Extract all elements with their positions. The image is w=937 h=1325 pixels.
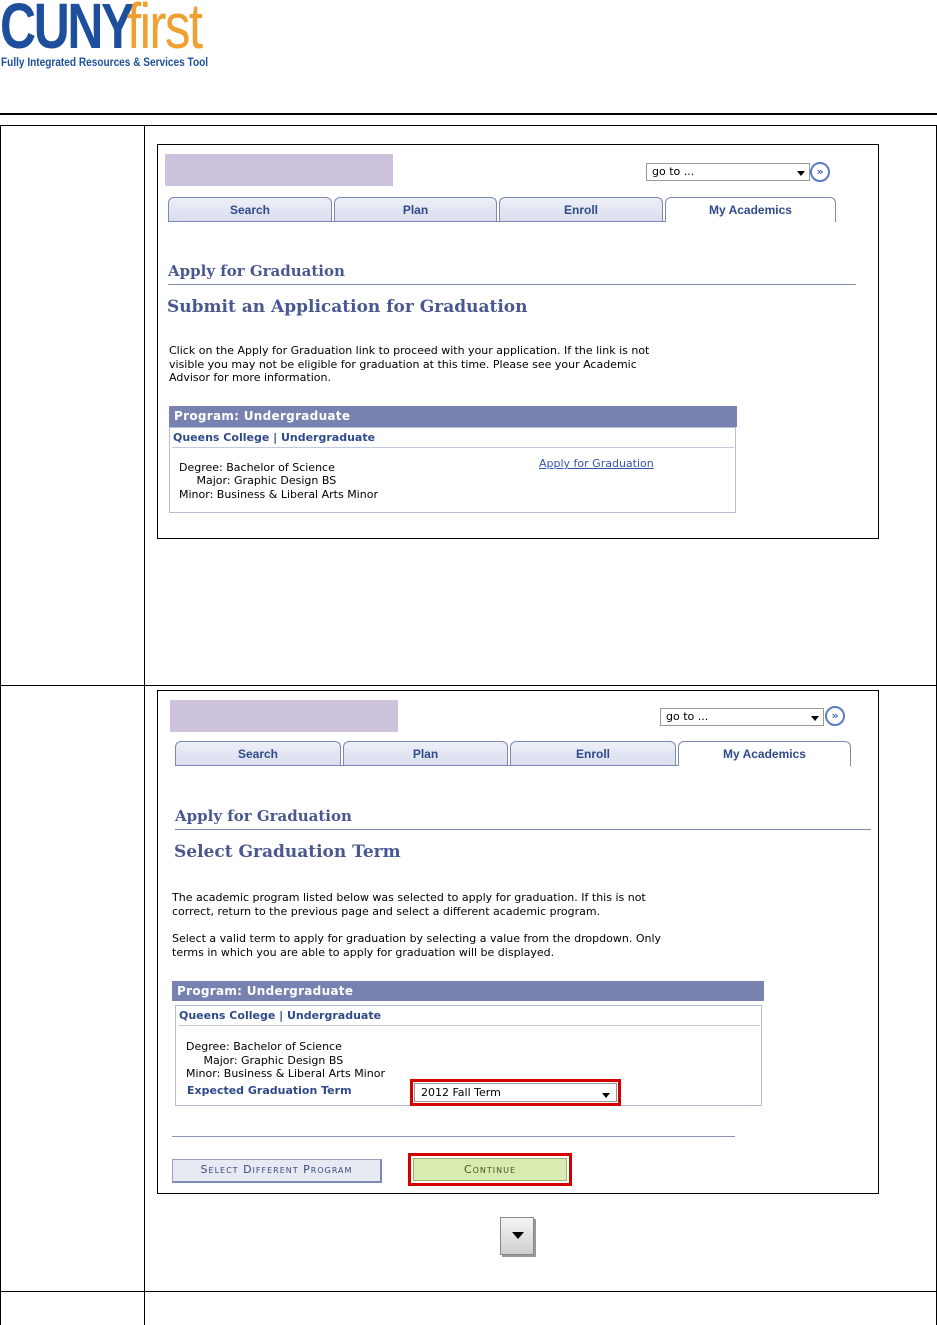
tab-search[interactable]: Search (175, 741, 341, 766)
instructions: Click on the Apply for Graduation link t… (169, 344, 769, 385)
tab-plan[interactable]: Plan (334, 197, 497, 222)
program-header: Program: Undergraduate (172, 981, 764, 1001)
table-row-divider-2 (0, 1291, 937, 1292)
program-note-line: The academic program listed below was se… (172, 891, 646, 904)
tab-enroll[interactable]: Enroll (510, 741, 676, 766)
redacted-name-bar (170, 700, 398, 732)
program-note: The academic program listed below was se… (172, 891, 772, 918)
chevron-down-icon (797, 171, 805, 176)
page-subtitle: Select Graduation Term (174, 842, 401, 862)
major-text: Major: Graphic Design BS (179, 474, 337, 487)
tab-plan[interactable]: Plan (343, 741, 508, 766)
logo-tagline: Fully Integrated Resources & Services To… (1, 55, 209, 69)
tab-my-academics[interactable]: My Academics (665, 197, 836, 222)
redacted-name-bar (165, 154, 393, 186)
table-top-border (0, 125, 937, 126)
goto-select[interactable]: go to ... (646, 163, 810, 181)
table-column-divider (144, 125, 145, 1325)
title-rule (168, 284, 856, 285)
header-rule (0, 113, 937, 115)
tab-baseline (175, 765, 678, 766)
college-rule (178, 1025, 760, 1026)
table-row-divider-1 (0, 685, 937, 686)
instructions-line: visible you may not be eligible for grad… (169, 357, 637, 371)
dropdown-arrow-icon (500, 1217, 534, 1255)
instructions-line: Advisor for more information. (169, 371, 331, 384)
college-rule (172, 447, 734, 448)
instructions-line: Click on the Apply for Graduation link t… (169, 344, 650, 357)
goto-select[interactable]: go to ... (660, 708, 824, 726)
college-link[interactable]: Queens College | Undergraduate (179, 1009, 381, 1022)
expected-graduation-term-label: Expected Graduation Term (187, 1084, 352, 1097)
term-note-line: Select a valid term to apply for graduat… (172, 932, 662, 945)
page-subtitle: Submit an Application for Graduation (167, 297, 528, 317)
title-rule (175, 829, 871, 830)
tab-baseline (168, 221, 665, 222)
college-link[interactable]: Queens College | Undergraduate (173, 431, 375, 444)
go-icon[interactable]: » (825, 706, 845, 726)
go-icon[interactable]: » (810, 162, 830, 182)
chevron-down-icon (602, 1093, 610, 1098)
tab-enroll[interactable]: Enroll (499, 197, 663, 222)
goto-select-value: go to ... (652, 165, 695, 178)
minor-text: Minor: Business & Liberal Arts Minor (186, 1067, 385, 1080)
degree-text: Degree: Bachelor of Science (179, 461, 335, 474)
table-left-border (0, 125, 1, 1325)
degree-text: Degree: Bachelor of Science (186, 1040, 342, 1053)
page-title: Apply for Graduation (175, 807, 352, 825)
apply-for-graduation-link[interactable]: Apply for Graduation (539, 457, 654, 470)
term-note-line: terms in which you are able to apply for… (172, 945, 555, 959)
dropdown-arrow-glyph (512, 1232, 524, 1239)
select-different-program-button[interactable]: Select Different Program (172, 1159, 382, 1183)
program-header: Program: Undergraduate (169, 406, 737, 427)
continue-button[interactable]: Continue (413, 1158, 567, 1181)
minor-text: Minor: Business & Liberal Arts Minor (179, 488, 378, 501)
page-title: Apply for Graduation (168, 262, 345, 280)
chevron-down-icon (811, 716, 819, 721)
graduation-term-value: 2012 Fall Term (421, 1086, 501, 1099)
term-note: Select a valid term to apply for graduat… (172, 932, 772, 959)
program-note-line: correct, return to the previous page and… (172, 904, 601, 918)
major-text: Major: Graphic Design BS (186, 1054, 344, 1067)
form-divider (172, 1136, 735, 1137)
tab-search[interactable]: Search (168, 197, 332, 222)
logo-first: first (127, 0, 203, 62)
logo-cuny: CUNY (0, 0, 134, 62)
goto-select-value: go to ... (666, 710, 709, 723)
tab-my-academics[interactable]: My Academics (678, 741, 851, 766)
graduation-term-select[interactable]: 2012 Fall Term (414, 1083, 617, 1102)
